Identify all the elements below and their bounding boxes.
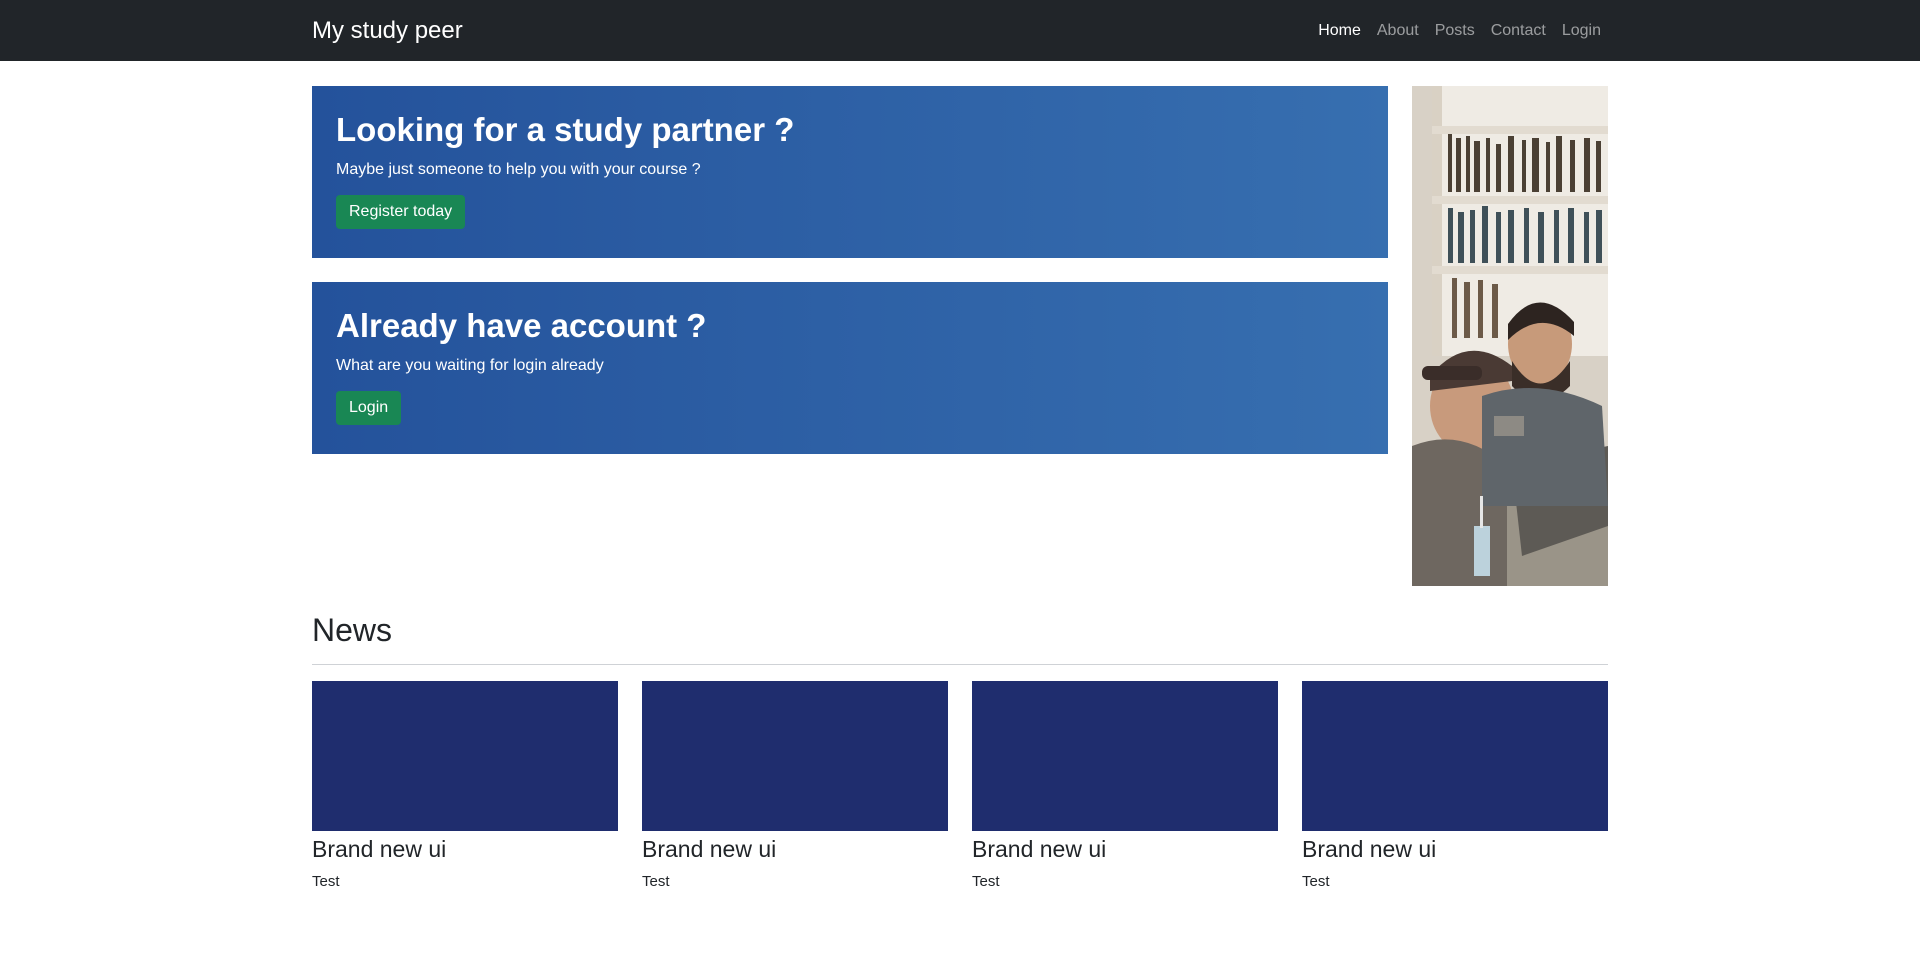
- nav-item-home: Home: [1318, 22, 1361, 40]
- hero-subtitle: Maybe just someone to help you with your…: [336, 161, 701, 178]
- news-card-text: Test: [1302, 873, 1330, 890]
- news-card-title: Brand new ui: [642, 836, 777, 862]
- news-card-title: Brand new ui: [1302, 836, 1437, 862]
- nav-link-login[interactable]: Login: [1562, 22, 1601, 39]
- news-card-image: [972, 681, 1278, 831]
- hero-subtitle: What are you waiting for login already: [336, 357, 604, 374]
- news-divider: [312, 664, 1608, 665]
- news-card[interactable]: Brand new ui Test: [312, 681, 618, 891]
- news-card[interactable]: Brand new ui Test: [972, 681, 1278, 891]
- nav-link-about[interactable]: About: [1377, 22, 1419, 39]
- nav-item-about: About: [1377, 22, 1419, 40]
- hero-existing-account: Already have account ? What are you wait…: [312, 282, 1388, 454]
- news-card-image: [1302, 681, 1608, 831]
- hero-title: Already have account ?: [336, 307, 707, 344]
- news-card-image: [312, 681, 618, 831]
- nav-link-contact[interactable]: Contact: [1491, 22, 1546, 39]
- news-card[interactable]: Brand new ui Test: [1302, 681, 1608, 891]
- register-today-button[interactable]: Register today: [336, 195, 466, 229]
- hero-study-partner: Looking for a study partner ? Maybe just…: [312, 86, 1388, 258]
- login-button[interactable]: Login: [336, 391, 402, 425]
- navbar: My study peer Home About Posts Contact L…: [0, 0, 1920, 61]
- nav-link-home[interactable]: Home: [1318, 22, 1361, 39]
- nav-item-posts: Posts: [1435, 22, 1475, 40]
- news-card-text: Test: [642, 873, 670, 890]
- brand-link[interactable]: My study peer: [312, 16, 463, 46]
- news-card-image: [642, 681, 948, 831]
- students-library-photo: [1412, 86, 1608, 586]
- nav-link-posts[interactable]: Posts: [1435, 22, 1475, 39]
- nav-links: Home About Posts Contact Login: [1318, 0, 1601, 61]
- photo-illustration: [1412, 86, 1608, 586]
- news-card-text: Test: [972, 873, 1000, 890]
- news-card-title: Brand new ui: [972, 836, 1107, 862]
- nav-item-contact: Contact: [1491, 22, 1546, 40]
- news-heading: News: [312, 612, 393, 648]
- news-card[interactable]: Brand new ui Test: [642, 681, 948, 891]
- news-card-text: Test: [312, 873, 340, 890]
- nav-item-login: Login: [1562, 22, 1601, 40]
- news-card-title: Brand new ui: [312, 836, 447, 862]
- hero-title: Looking for a study partner ?: [336, 111, 795, 148]
